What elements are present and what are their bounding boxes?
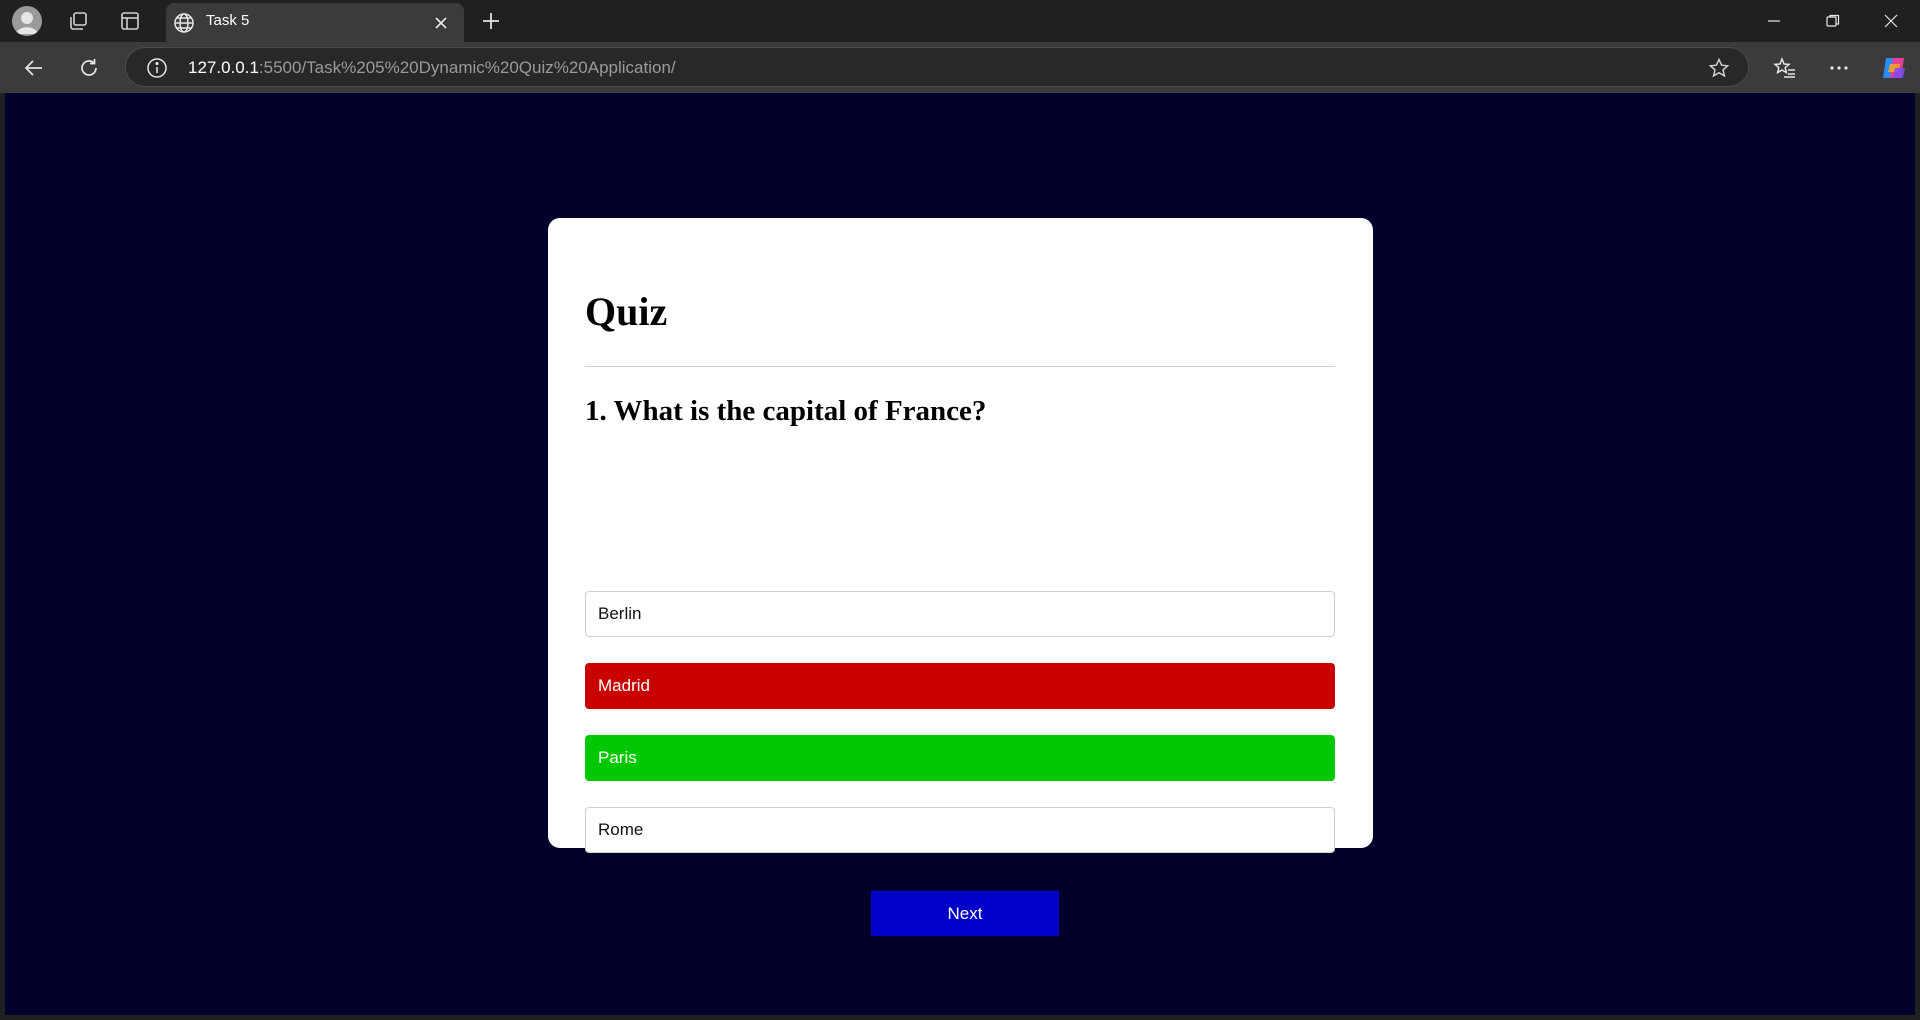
info-icon[interactable]: [146, 57, 168, 79]
browser-toolbar: 127.0.0.1:5500/Task%205%20Dynamic%20Quiz…: [0, 42, 1920, 93]
url-host: 127.0.0.1: [188, 58, 259, 77]
favorites-icon[interactable]: [1767, 50, 1803, 86]
plus-icon[interactable]: [471, 5, 511, 37]
option-paris[interactable]: Paris: [585, 735, 1335, 781]
divider: [585, 366, 1335, 367]
tab-task-5[interactable]: Task 5: [166, 3, 464, 42]
option-rome[interactable]: Rome: [585, 807, 1335, 853]
question-text: 1. What is the capital of France?: [585, 395, 987, 427]
star-icon[interactable]: [1708, 57, 1730, 79]
copilot-icon[interactable]: [1876, 50, 1912, 86]
url-path: :5500/Task%205%20Dynamic%20Quiz%20Applic…: [258, 58, 676, 77]
browser-titlebar: Task 5: [0, 0, 1920, 42]
page-viewport: Quiz 1. What is the capital of France? B…: [5, 93, 1915, 1015]
back-arrow-icon[interactable]: [16, 50, 52, 86]
reload-icon[interactable]: [71, 50, 107, 86]
avatar-icon[interactable]: [12, 6, 42, 36]
tab-title: Task 5: [206, 12, 250, 29]
globe-icon: [172, 11, 196, 35]
url-text[interactable]: 127.0.0.1:5500/Task%205%20Dynamic%20Quiz…: [188, 58, 676, 78]
vertical-tabs-icon[interactable]: [110, 5, 150, 37]
restore-icon[interactable]: [1805, 0, 1861, 42]
option-berlin[interactable]: Berlin: [585, 591, 1335, 637]
next-button[interactable]: Next: [871, 891, 1059, 936]
more-icon[interactable]: [1821, 50, 1857, 86]
window-close-icon[interactable]: [1863, 0, 1919, 42]
option-madrid[interactable]: Madrid: [585, 663, 1335, 709]
address-bar[interactable]: 127.0.0.1:5500/Task%205%20Dynamic%20Quiz…: [125, 47, 1749, 87]
workspaces-icon[interactable]: [58, 5, 98, 37]
quiz-title: Quiz: [585, 289, 668, 334]
close-icon[interactable]: [430, 12, 452, 34]
minimize-icon[interactable]: [1746, 0, 1802, 42]
quiz-card: Quiz 1. What is the capital of France? B…: [548, 218, 1373, 936]
